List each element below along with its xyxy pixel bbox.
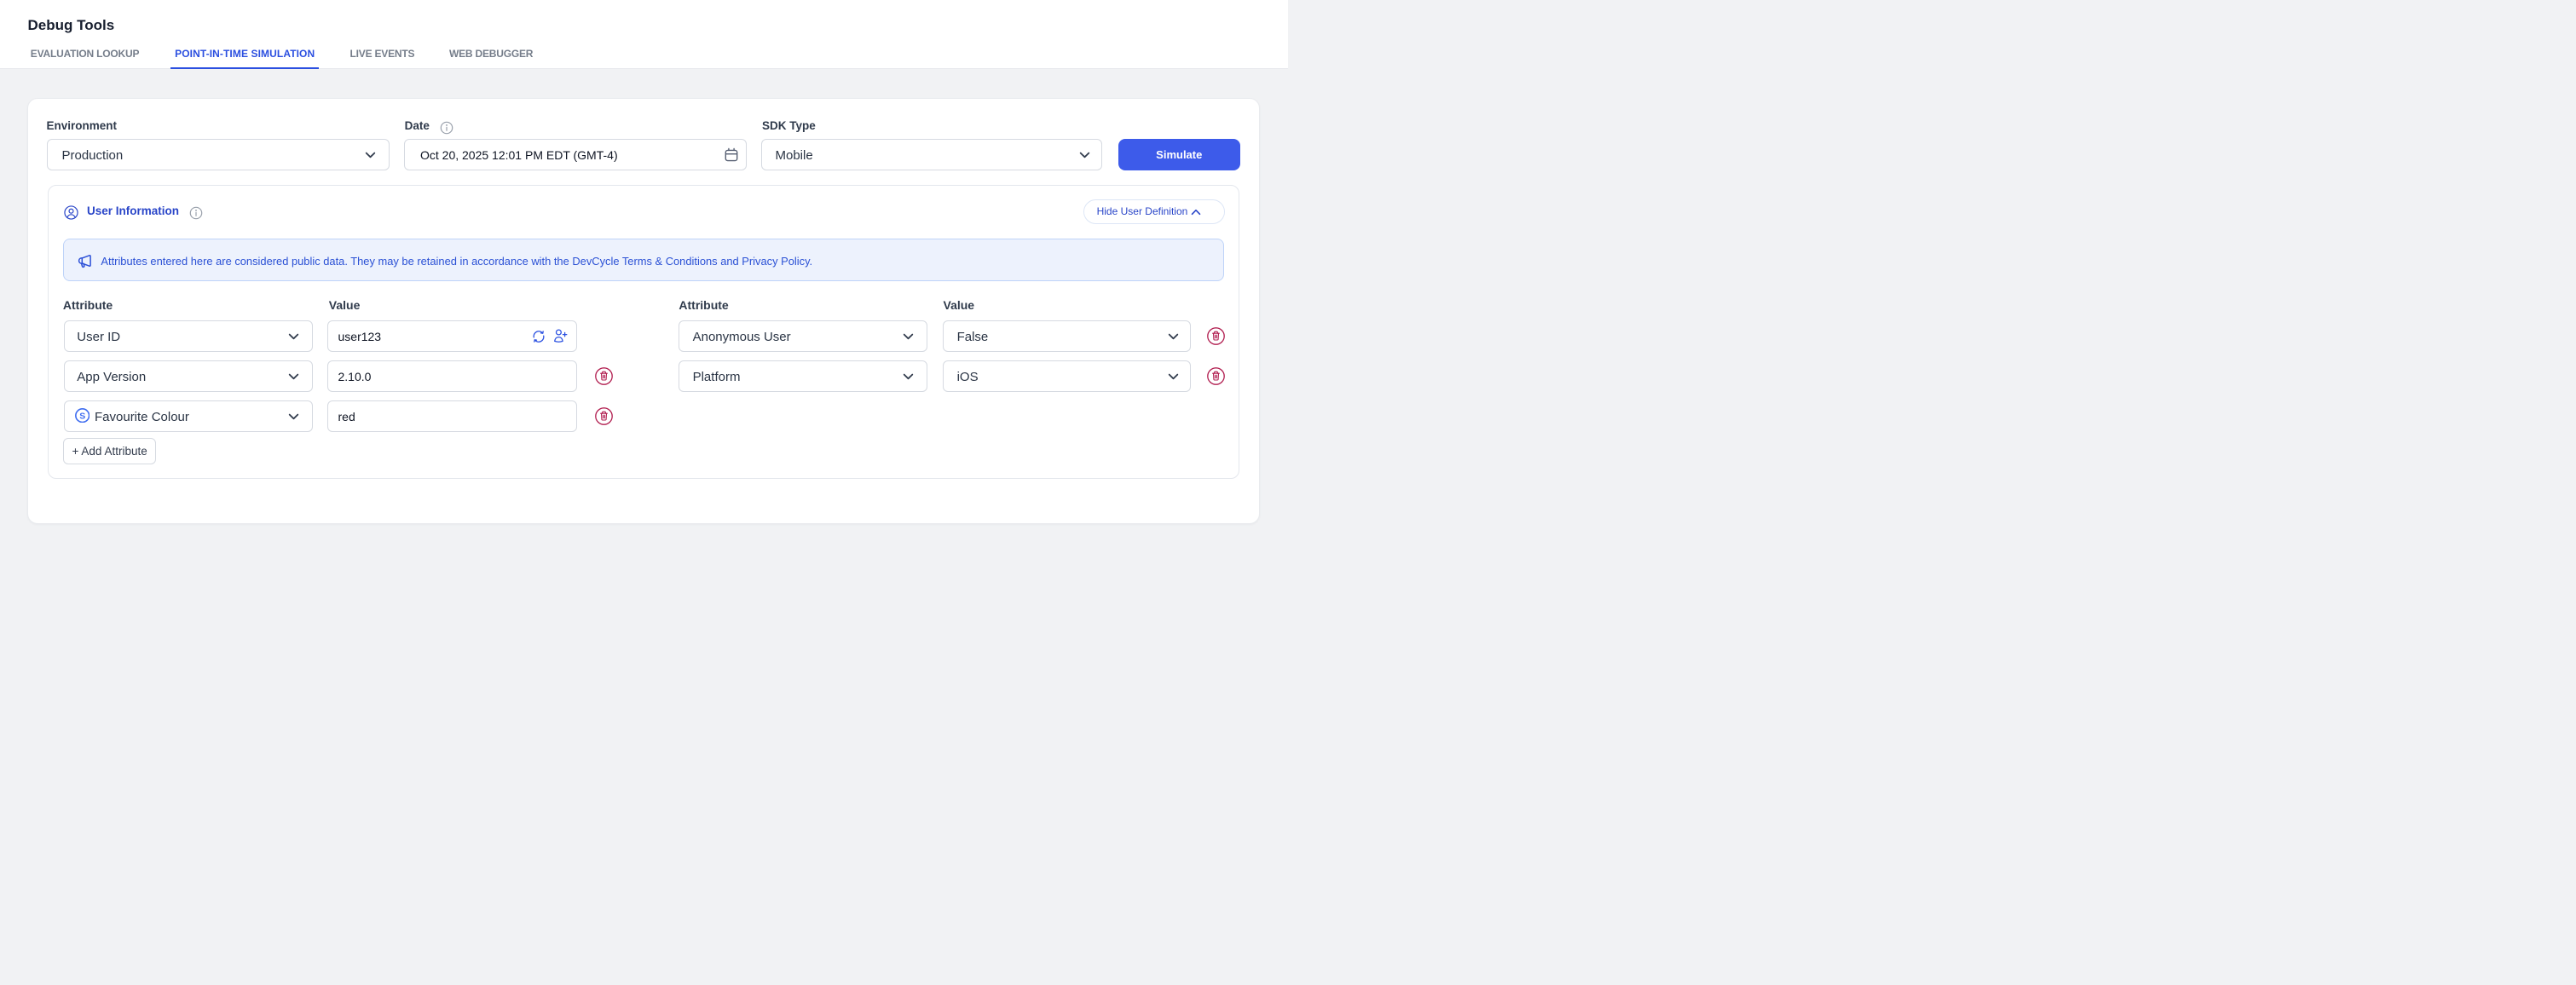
svg-text:S: S <box>79 412 85 421</box>
